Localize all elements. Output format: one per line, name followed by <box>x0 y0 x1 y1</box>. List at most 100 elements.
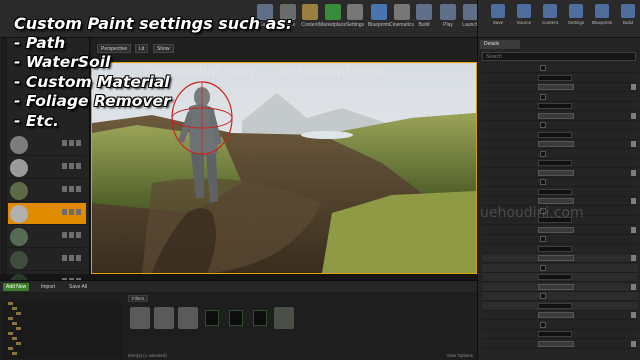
property-row[interactable] <box>482 93 638 102</box>
property-value-field[interactable] <box>538 217 572 223</box>
property-dropdown[interactable] <box>538 141 574 147</box>
property-dropdown[interactable] <box>538 312 574 318</box>
folder-tree-item[interactable] <box>2 351 122 356</box>
property-checkbox[interactable] <box>540 179 546 185</box>
property-row[interactable] <box>482 83 638 92</box>
property-row[interactable] <box>482 292 638 301</box>
property-checkbox[interactable] <box>540 122 546 128</box>
property-row[interactable] <box>482 169 638 178</box>
filters-button[interactable]: Filters <box>128 295 149 302</box>
asset-tile[interactable] <box>202 307 222 349</box>
property-value-field[interactable] <box>538 131 572 138</box>
property-row[interactable] <box>482 178 638 187</box>
view-options-button[interactable]: View Options <box>447 353 473 358</box>
layer-controls[interactable] <box>62 163 84 171</box>
layer-controls[interactable] <box>62 140 84 148</box>
property-value-field[interactable] <box>538 188 572 195</box>
paint-layer-item[interactable] <box>8 226 86 248</box>
property-row[interactable] <box>482 245 638 254</box>
property-value-field[interactable] <box>538 331 572 337</box>
property-dropdown[interactable] <box>538 283 574 290</box>
property-row[interactable] <box>482 216 638 225</box>
property-row[interactable] <box>482 301 638 311</box>
property-checkbox[interactable] <box>540 293 546 299</box>
property-value-field[interactable] <box>538 103 572 109</box>
right-toolbar-settings-button[interactable]: Settings <box>564 4 588 26</box>
import-button[interactable]: Import <box>38 283 58 291</box>
caption-title: Custom Paint settings such as: <box>14 14 293 33</box>
paint-layer-item[interactable] <box>8 180 86 202</box>
property-row[interactable] <box>482 74 638 83</box>
property-checkbox[interactable] <box>540 150 546 157</box>
property-row[interactable] <box>482 330 638 339</box>
property-dropdown[interactable] <box>538 169 574 176</box>
right-toolbar-build-button[interactable]: Build <box>616 4 640 26</box>
property-dropdown[interactable] <box>538 112 574 119</box>
property-value-field[interactable] <box>538 245 572 252</box>
right-toolbar-save-button[interactable]: Save <box>486 4 510 26</box>
property-dropdown[interactable] <box>538 84 574 90</box>
property-value-field[interactable] <box>538 302 572 309</box>
add-new-button[interactable]: Add New <box>3 283 30 291</box>
asset-tile[interactable] <box>154 307 174 349</box>
asset-tile[interactable] <box>274 307 294 349</box>
left-panel-scrollbar[interactable] <box>1 38 7 274</box>
property-row[interactable] <box>482 226 638 235</box>
property-row[interactable] <box>482 64 638 73</box>
property-row[interactable] <box>482 197 638 206</box>
paint-layer-item[interactable] <box>8 203 86 225</box>
property-checkbox[interactable] <box>540 264 546 271</box>
property-checkbox[interactable] <box>540 236 546 242</box>
property-checkbox[interactable] <box>540 65 546 71</box>
right-toolbar-source-button[interactable]: Source <box>512 4 536 26</box>
source-icon <box>517 4 531 18</box>
tab-details[interactable]: Details <box>480 40 520 49</box>
layer-controls[interactable] <box>62 232 84 240</box>
property-row[interactable] <box>482 102 638 111</box>
property-row[interactable] <box>482 140 638 149</box>
property-row[interactable] <box>482 159 638 168</box>
paint-layer-item[interactable] <box>8 249 86 271</box>
property-row[interactable] <box>482 282 638 292</box>
paint-layer-item[interactable] <box>8 134 86 156</box>
property-row[interactable] <box>482 112 638 121</box>
asset-tile[interactable] <box>226 307 246 349</box>
property-row[interactable] <box>482 340 638 349</box>
property-row[interactable] <box>482 263 638 273</box>
property-row[interactable] <box>482 131 638 140</box>
property-dropdown[interactable] <box>538 255 574 261</box>
property-value-field[interactable] <box>538 160 572 166</box>
property-row[interactable] <box>482 207 638 216</box>
property-row[interactable] <box>482 121 638 130</box>
chevron-down-icon <box>631 112 636 119</box>
property-value-field[interactable] <box>538 274 572 280</box>
content-icon <box>543 4 557 18</box>
property-checkbox[interactable] <box>540 93 546 100</box>
right-toolbar-blueprints-button[interactable]: Blueprints <box>590 4 614 26</box>
property-row[interactable] <box>482 150 638 159</box>
property-row[interactable] <box>482 235 638 244</box>
property-row[interactable] <box>482 188 638 197</box>
right-toolbar-content-button[interactable]: Content <box>538 4 562 26</box>
property-row[interactable] <box>482 321 638 330</box>
paint-layer-item[interactable] <box>8 157 86 179</box>
property-dropdown[interactable] <box>538 198 574 204</box>
property-checkbox[interactable] <box>540 207 546 214</box>
save-all-button[interactable]: Save All <box>66 283 90 291</box>
details-search-input[interactable]: Search <box>482 52 636 61</box>
folder-tree[interactable] <box>2 301 122 359</box>
layer-controls[interactable] <box>62 186 84 194</box>
property-value-field[interactable] <box>538 74 572 81</box>
property-row[interactable] <box>482 254 638 263</box>
asset-tile[interactable] <box>250 307 270 349</box>
property-row[interactable] <box>482 273 638 282</box>
property-checkbox[interactable] <box>540 321 546 328</box>
layer-controls[interactable] <box>62 209 84 217</box>
property-row[interactable] <box>482 311 638 320</box>
filter-bar: Filters <box>128 295 476 303</box>
property-dropdown[interactable] <box>538 226 574 233</box>
asset-tile[interactable] <box>178 307 198 349</box>
property-dropdown[interactable] <box>538 340 574 347</box>
layer-controls[interactable] <box>62 255 84 263</box>
asset-tile[interactable] <box>130 307 150 349</box>
